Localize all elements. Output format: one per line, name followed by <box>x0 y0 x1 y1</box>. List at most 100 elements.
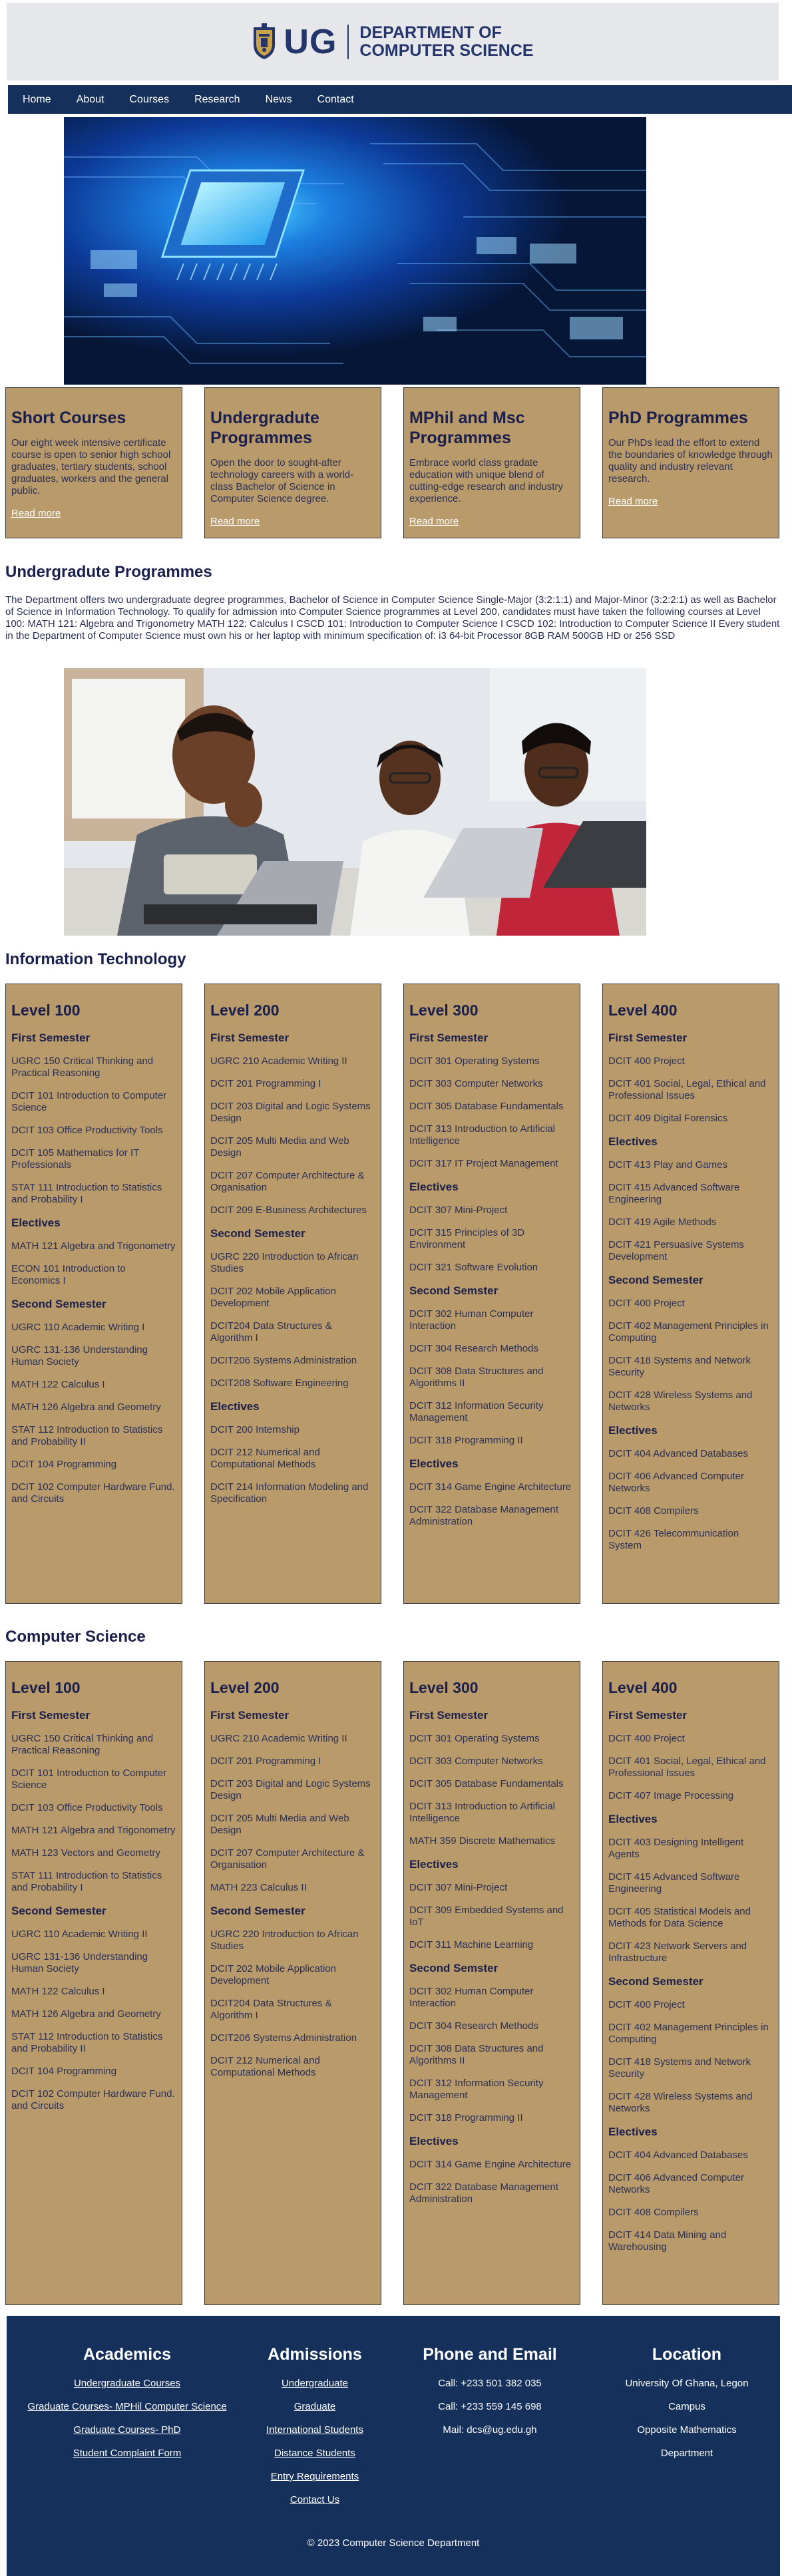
read-more-link[interactable]: Read more <box>11 508 61 519</box>
course-item: STAT 111 Introduction to Statistics and … <box>11 1182 162 1205</box>
semester-heading: Second Semester <box>11 1298 106 1310</box>
course-item: DCIT 303 Computer Networks <box>409 1078 543 1089</box>
course-item: UGRC 150 Critical Thinking and Practical… <box>11 1055 154 1079</box>
it-title: Information Technology <box>5 950 186 968</box>
semester-heading: Electives <box>409 1457 459 1470</box>
course-item: ECON 101 Introduction to Economics I <box>11 1263 126 1286</box>
course-item: DCIT 202 Mobile Application Development <box>210 1963 336 1986</box>
semester-heading: First Semester <box>608 1709 688 1722</box>
course-list: UGRC 150 Critical Thinking and Practical… <box>11 1055 176 1206</box>
read-more-link[interactable]: Read more <box>409 516 459 527</box>
course-item: DCIT 105 Mathematics for IT Professional… <box>11 1147 140 1171</box>
it-level-300: Level 300 First Semester DCIT 301 Operatin… <box>403 984 580 1604</box>
course-item: DCIT 104 Programming <box>11 2066 117 2077</box>
semester-heading: First Semester <box>11 1031 91 1044</box>
department-name: DEPARTMENT OF COMPUTER SCIENCE <box>359 23 533 60</box>
course-list: UGRC 210 Academic Writing II DCIT 201 Pro… <box>210 1055 375 1216</box>
footer-link-contact-us[interactable]: Contact Us <box>215 2494 415 2506</box>
course-item: DCIT 102 Computer Hardware Fund. and Cir… <box>11 2088 175 2112</box>
hero-image <box>64 117 646 385</box>
semester-heading: Electives <box>608 2125 658 2138</box>
nav-news[interactable]: News <box>266 94 292 106</box>
program-card-title: PhD Programmes <box>608 409 748 427</box>
course-item: DCIT 426 Telecommunication System <box>608 1528 739 1551</box>
footer-heading: Phone and Email <box>423 2345 557 2364</box>
course-list: UGRC 110 Academic Writing I UGRC 131-136 … <box>11 1322 176 1505</box>
course-item: DCIT 203 Digital and Logic Systems Desig… <box>210 1778 371 1801</box>
course-item: DCIT 418 Systems and Network Security <box>608 2056 751 2080</box>
course-item: DCIT 302 Human Computer Interaction <box>409 1308 534 1332</box>
course-item: DCIT 209 E-Business Architectures <box>210 1204 367 1216</box>
footer-email: Mail: dcs@ug.edu.gh <box>443 2424 537 2436</box>
course-list: MATH 121 Algebra and Trigonometry ECON 10… <box>11 1240 176 1287</box>
program-card-text: Our eight week intensive certificate cou… <box>11 437 171 496</box>
level-title: Level 200 <box>210 1679 280 1696</box>
program-card-phd: PhD Programmes Our PhDs lead the effort … <box>602 387 779 538</box>
footer-link-graduate[interactable]: Graduate <box>215 2401 415 2413</box>
it-level-200: Level 200 First Semester UGRC 210 Academic… <box>204 984 381 1604</box>
course-item: DCIT 318 Programming II <box>409 2112 523 2123</box>
level-title: Level 300 <box>409 1002 479 1019</box>
footer-heading: Academics <box>83 2345 172 2364</box>
nav-courses[interactable]: Courses <box>130 94 170 106</box>
course-item: DCIT 402 Management Principles in Comput… <box>608 2022 769 2045</box>
footer-link-distance[interactable]: Distance Students <box>215 2448 415 2460</box>
course-item: DCIT 304 Research Methods <box>409 2020 538 2032</box>
semester-heading: First Semester <box>11 1709 91 1722</box>
course-item: UGRC 220 Introduction to African Studies <box>210 1929 359 1952</box>
footer-link-international[interactable]: International Students <box>215 2424 415 2436</box>
read-more-link[interactable]: Read more <box>210 516 260 527</box>
read-more-link[interactable]: Read more <box>608 496 658 507</box>
students-photo <box>64 668 646 936</box>
nav-research[interactable]: Research <box>194 94 240 106</box>
semester-heading: Second Semester <box>210 1905 305 1917</box>
course-item: MATH 126 Algebra and Geometry <box>11 1401 161 1413</box>
nav-contact[interactable]: Contact <box>317 94 354 106</box>
footer-link-phd-courses[interactable]: Graduate Courses- PhD <box>27 2424 227 2436</box>
course-item: MATH 122 Calculus I <box>11 1986 105 1997</box>
level-title: Level 100 <box>11 1679 81 1696</box>
course-item: DCIT 205 Multi Media and Web Design <box>210 1813 349 1836</box>
program-card-short-courses: Short Courses Our eight week intensive c… <box>5 387 182 538</box>
course-item: STAT 111 Introduction to Statistics and … <box>11 1870 162 1893</box>
course-item: DCIT206 Systems Administration <box>210 2032 357 2044</box>
course-item: DCIT 415 Advanced Software Engineering <box>608 1182 740 1205</box>
course-item: DCIT 423 Network Servers and Infrastruct… <box>608 1940 747 1964</box>
course-item: DCIT 214 Information Modeling and Specif… <box>210 1481 369 1505</box>
semester-heading: Second Semester <box>210 1227 305 1240</box>
course-item: DCIT 305 Database Fundamentals <box>409 1778 564 1789</box>
course-list: DCIT 400 Project DCIT 401 Social, Legal, … <box>608 1055 773 1125</box>
logo-text: UG <box>284 22 337 61</box>
semester-heading: Electives <box>11 1216 61 1229</box>
course-item: MATH 122 Calculus I <box>11 1379 105 1390</box>
footer-link-undergraduate[interactable]: Undergraduate <box>215 2378 415 2390</box>
footer-link-entry-requirements[interactable]: Entry Requirements <box>215 2471 415 2483</box>
circuit-board-image <box>64 117 646 385</box>
course-item: MATH 123 Vectors and Geometry <box>11 1847 160 1859</box>
footer-link-mphil-courses[interactable]: Graduate Courses- MPHil Computer Science <box>27 2401 227 2413</box>
semester-heading: First Semester <box>409 1709 489 1722</box>
nav-about[interactable]: About <box>77 94 104 106</box>
course-list: UGRC 210 Academic Writing II DCIT 201 Pro… <box>210 1733 375 1894</box>
semester-heading: First Semester <box>409 1031 489 1044</box>
course-item: DCIT 404 Advanced Databases <box>608 1448 748 1459</box>
course-item: DCIT 400 Project <box>608 1733 685 1744</box>
footer-link-complaint-form[interactable]: Student Complaint Form <box>27 2448 227 2460</box>
course-item: MATH 223 Calculus II <box>210 1882 307 1893</box>
it-level-400: Level 400 First Semester DCIT 400 Project D… <box>602 984 779 1604</box>
site-logo[interactable]: UG DEPARTMENT OF COMPUTER SCIENCE <box>252 22 534 62</box>
site-header: UG DEPARTMENT OF COMPUTER SCIENCE <box>7 3 779 81</box>
footer-location-line: Campus <box>668 2401 705 2412</box>
course-item: UGRC 131-136 Understanding Human Society <box>11 1951 148 1974</box>
course-item: DCIT 203 Digital and Logic Systems Desig… <box>210 1101 371 1124</box>
nav-home[interactable]: Home <box>23 94 51 106</box>
course-item: DCIT 201 Programming I <box>210 1078 321 1089</box>
level-title: Level 300 <box>409 1679 479 1696</box>
footer-link-undergraduate-courses[interactable]: Undergraduate Courses <box>27 2378 227 2390</box>
course-item: DCIT 421 Persuasive Systems Development <box>608 1239 744 1262</box>
course-item: DCIT 401 Social, Legal, Ethical and Prof… <box>608 1078 766 1101</box>
course-item: DCIT 428 Wireless Systems and Networks <box>608 1389 753 1413</box>
course-item: DCIT 102 Computer Hardware Fund. and Cir… <box>11 1481 175 1505</box>
course-item: DCIT 413 Play and Games <box>608 1159 727 1171</box>
students-with-laptops-image <box>64 668 646 936</box>
